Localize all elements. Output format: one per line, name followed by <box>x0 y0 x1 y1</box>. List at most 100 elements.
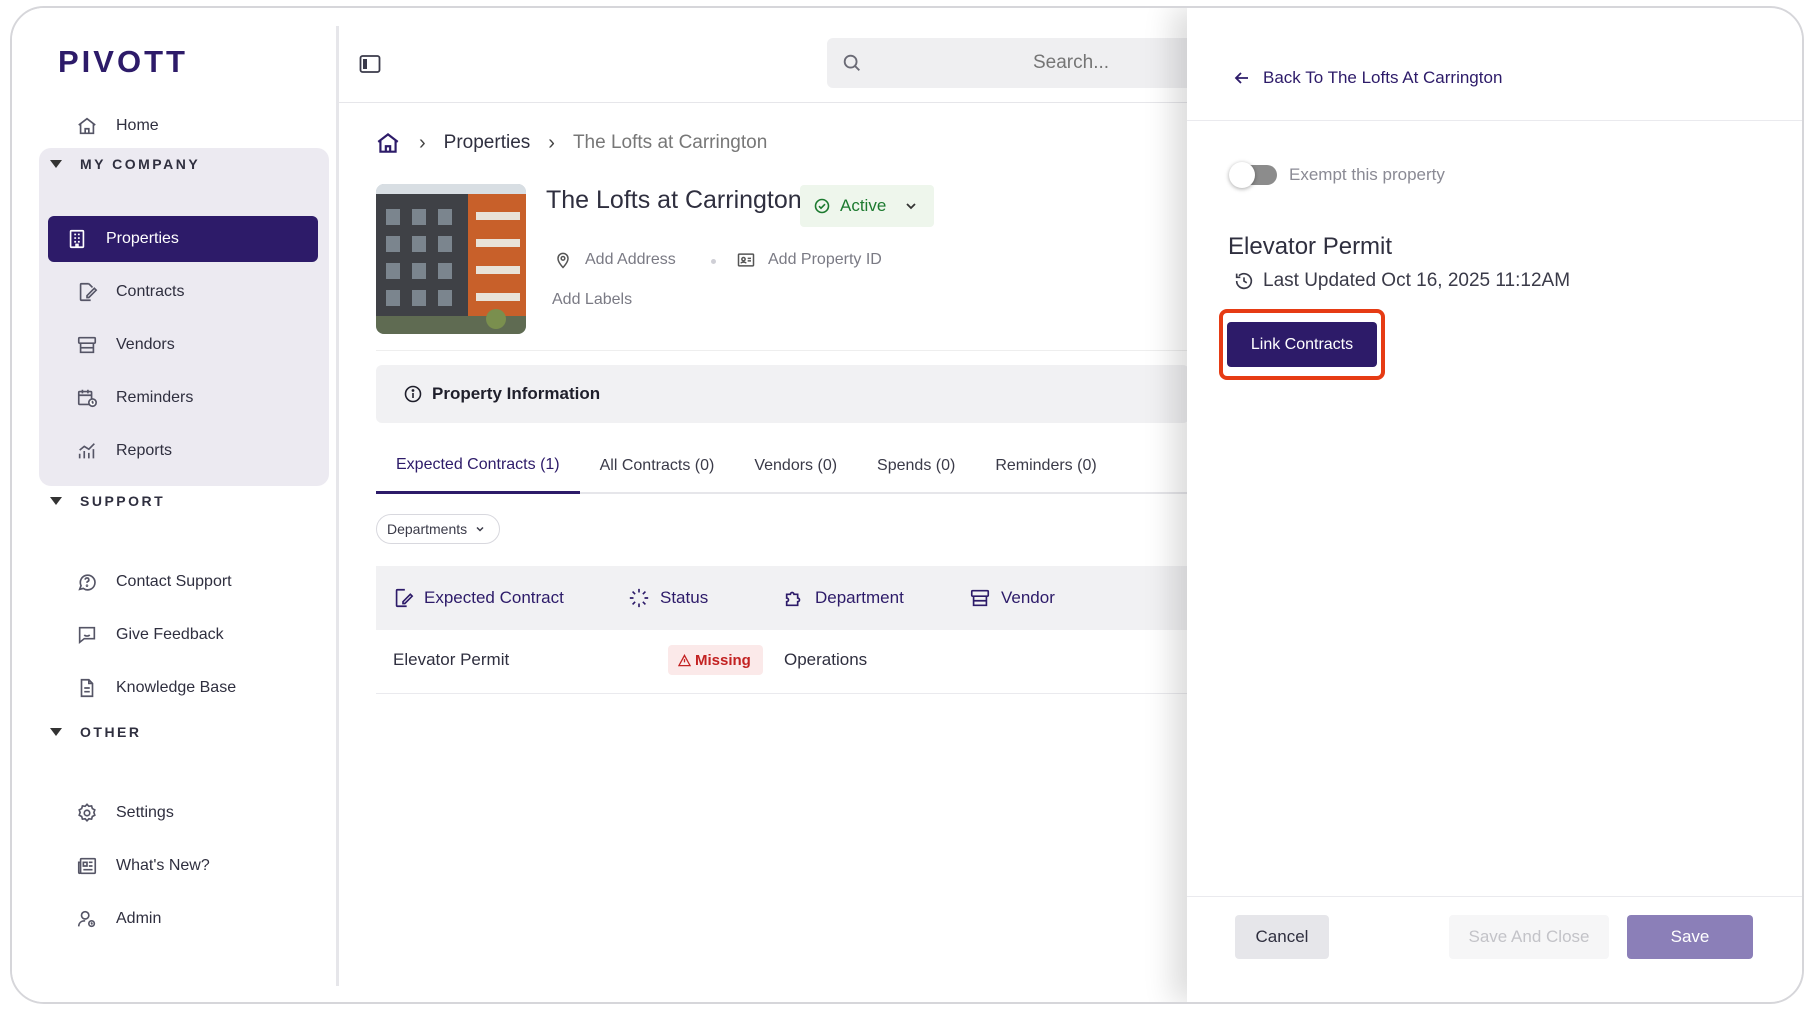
main-content: › Properties › The Lofts at Carrington <box>339 8 1189 1002</box>
nav-home[interactable]: Home <box>58 103 318 149</box>
breadcrumb-properties[interactable]: Properties <box>444 132 531 154</box>
loader-icon <box>629 588 649 608</box>
calendar-clock-icon <box>76 387 98 409</box>
search-input[interactable] <box>1033 52 1173 74</box>
status-label: Active <box>840 196 887 215</box>
app-window: PIVOTT Home MY COMPANY Properties Contra… <box>10 6 1804 1004</box>
check-circle-icon <box>814 198 830 214</box>
arrow-left-icon <box>1234 72 1248 84</box>
save-button[interactable]: Save <box>1627 915 1753 959</box>
add-property-id-link[interactable]: Add Property ID <box>736 250 882 270</box>
table-header: Expected Contract Status Department Vend… <box>376 566 1189 630</box>
tab-vendors[interactable]: Vendors (0) <box>734 438 857 494</box>
store-icon <box>76 334 98 356</box>
home-icon <box>76 115 98 137</box>
separator-dot <box>711 259 716 264</box>
sidebar-item-contact-support[interactable]: Contact Support <box>58 559 318 605</box>
sidebar-item-label: What's New? <box>116 857 210 874</box>
save-and-close-button[interactable]: Save And Close <box>1449 915 1609 959</box>
exempt-toggle-row[interactable]: Exempt this property <box>1229 162 1445 188</box>
column-expected-contract[interactable]: Expected Contract <box>392 587 564 609</box>
pivott-logo[interactable]: PIVOTT <box>58 44 188 80</box>
info-icon <box>404 385 422 403</box>
home-icon[interactable] <box>375 130 401 156</box>
property-information-section[interactable]: Property Information <box>376 365 1189 423</box>
sidebar-item-vendors[interactable]: Vendors <box>58 322 318 368</box>
sidebar-item-knowledge-base[interactable]: Knowledge Base <box>58 665 318 711</box>
add-labels-label: Add Labels <box>552 291 633 308</box>
breadcrumb-current: The Lofts at Carrington <box>572 132 768 153</box>
id-card-icon <box>737 253 755 267</box>
document-icon <box>76 677 98 699</box>
toggle-knob <box>1229 162 1255 188</box>
column-label: Status <box>660 588 709 607</box>
divider <box>376 350 1189 351</box>
puzzle-icon <box>785 591 801 607</box>
column-status[interactable]: Status <box>628 587 708 609</box>
sidebar-item-settings[interactable]: Settings <box>58 790 318 836</box>
sidebar-item-whats-new[interactable]: What's New? <box>58 843 318 889</box>
column-department[interactable]: Department <box>783 587 904 609</box>
back-label: Back To The Lofts At Carrington <box>1263 68 1503 87</box>
table-row[interactable]: Elevator Permit Missing Operations <box>376 630 1189 694</box>
search-bar[interactable] <box>827 38 1189 88</box>
sidebar-item-reports[interactable]: Reports <box>58 428 318 474</box>
status-badge-label: Missing <box>695 651 751 669</box>
sidebar: PIVOTT Home MY COMPANY Properties Contra… <box>12 8 336 1002</box>
tabs: Expected Contracts (1) All Contracts (0)… <box>376 438 1189 494</box>
gear-icon <box>76 802 98 824</box>
departments-filter-label: Departments <box>387 521 468 537</box>
section-support[interactable]: SUPPORT <box>50 493 165 509</box>
column-label: Department <box>815 588 904 607</box>
caret-down-icon <box>50 160 62 168</box>
sidebar-item-label: Give Feedback <box>116 626 224 643</box>
tab-expected-contracts[interactable]: Expected Contracts (1) <box>376 438 580 494</box>
sidebar-item-label: Reports <box>116 442 173 459</box>
section-support-label: SUPPORT <box>80 493 166 509</box>
caret-down-icon <box>50 728 62 736</box>
sidebar-item-label: Vendors <box>116 336 175 353</box>
store-icon <box>970 589 990 607</box>
building-icon <box>66 228 88 250</box>
sidebar-item-label: Contact Support <box>116 573 232 590</box>
sidebar-item-properties[interactable]: Properties <box>48 216 318 262</box>
tab-reminders[interactable]: Reminders (0) <box>975 438 1116 494</box>
sidebar-item-give-feedback[interactable]: Give Feedback <box>58 612 318 658</box>
sidebar-toggle-icon[interactable] <box>359 54 381 74</box>
contract-icon <box>76 281 98 303</box>
sidebar-item-label: Contracts <box>116 283 185 300</box>
exempt-toggle[interactable] <box>1229 162 1277 188</box>
status-dropdown[interactable]: Active <box>800 185 934 227</box>
add-address-link[interactable]: Add Address <box>553 250 676 270</box>
chevron-down-icon <box>906 203 916 210</box>
property-title: The Lofts at Carrington <box>546 186 802 214</box>
sidebar-item-contracts[interactable]: Contracts <box>58 269 318 315</box>
tab-all-contracts[interactable]: All Contracts (0) <box>580 438 735 494</box>
property-information-title: Property Information <box>432 384 601 403</box>
link-contracts-button[interactable]: Link Contracts <box>1227 322 1377 367</box>
sidebar-item-label: Admin <box>116 910 162 927</box>
breadcrumb: › Properties › The Lofts at Carrington <box>375 130 767 156</box>
cell-contract: Elevator Permit <box>393 650 510 669</box>
chat-question-icon <box>76 571 98 593</box>
back-button[interactable]: Back To The Lofts At Carrington <box>1233 68 1502 88</box>
sidebar-item-admin[interactable]: Admin <box>58 896 318 942</box>
chart-icon <box>76 440 98 462</box>
add-property-id-label: Add Property ID <box>768 251 882 268</box>
sidebar-item-label: Reminders <box>116 389 194 406</box>
add-labels-link[interactable]: Add Labels <box>552 291 632 309</box>
sidebar-item-label: Knowledge Base <box>116 679 237 696</box>
section-other-label: OTHER <box>80 724 142 740</box>
sidebar-item-reminders[interactable]: Reminders <box>58 375 318 421</box>
property-photo <box>376 184 526 334</box>
drawer-divider <box>1187 120 1802 121</box>
status-badge: Missing <box>668 645 763 675</box>
departments-filter[interactable]: Departments <box>376 514 501 544</box>
sidebar-item-label: Properties <box>106 230 179 247</box>
contract-icon <box>395 588 414 608</box>
tab-spends[interactable]: Spends (0) <box>857 438 975 494</box>
column-vendor[interactable]: Vendor <box>969 587 1055 609</box>
section-my-company[interactable]: MY COMPANY <box>50 156 200 172</box>
section-other[interactable]: OTHER <box>50 724 142 740</box>
cancel-button[interactable]: Cancel <box>1235 915 1329 959</box>
